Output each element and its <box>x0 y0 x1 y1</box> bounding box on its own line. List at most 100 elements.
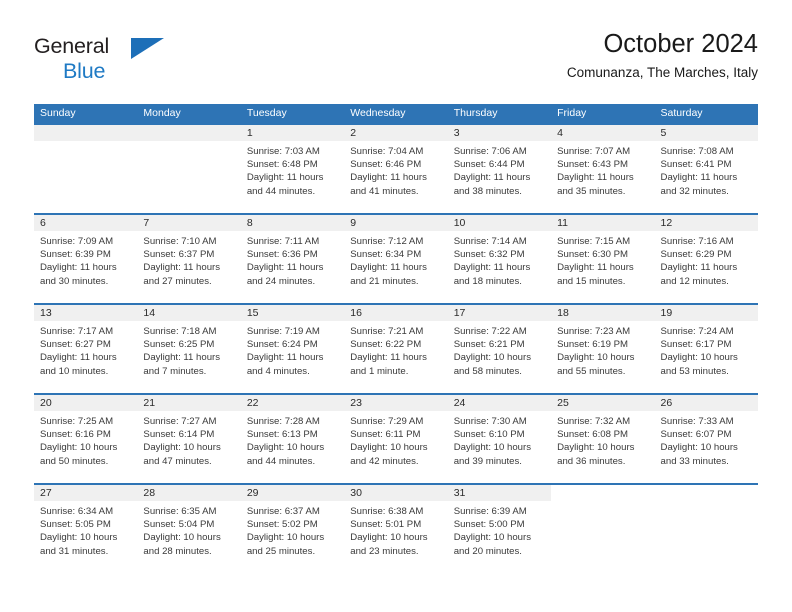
sunrise-text: Sunrise: 7:11 AM <box>246 236 320 247</box>
daylight-text-line2: and 44 minutes. <box>246 185 316 197</box>
day-info: Sunrise: 7:22 AM Sunset: 6:21 PM Dayligh… <box>448 321 551 378</box>
sunset-text: Sunset: 5:00 PM <box>453 519 525 531</box>
day-number: 23 <box>344 395 448 411</box>
day-cell[interactable]: 10 Sunrise: 7:14 AM Sunset: 6:32 PM Dayl… <box>447 215 552 303</box>
day-number: 19 <box>654 305 758 321</box>
sunrise-text: Sunrise: 7:17 AM <box>40 326 114 337</box>
day-cell[interactable]: 29 Sunrise: 6:37 AM Sunset: 5:02 PM Dayl… <box>240 485 345 573</box>
day-cell[interactable]: 18 Sunrise: 7:23 AM Sunset: 6:19 PM Dayl… <box>551 305 655 393</box>
daylight-text-line1: Daylight: 11 hours <box>660 172 738 184</box>
day-number: 31 <box>447 485 552 501</box>
day-info: Sunrise: 7:32 AM Sunset: 6:08 PM Dayligh… <box>551 411 654 468</box>
day-cell[interactable]: 31 Sunrise: 6:39 AM Sunset: 5:00 PM Dayl… <box>447 485 552 573</box>
weekday-monday: Monday <box>143 107 181 119</box>
daylight-text-line1: Daylight: 11 hours <box>246 352 324 364</box>
day-cell[interactable]: 11 Sunrise: 7:15 AM Sunset: 6:30 PM Dayl… <box>551 215 655 303</box>
sunset-text: Sunset: 6:17 PM <box>660 339 732 351</box>
sunset-text: Sunset: 6:36 PM <box>246 249 318 261</box>
daylight-text-line2: and 41 minutes. <box>350 185 419 197</box>
logo-text-blue: Blue <box>63 58 106 83</box>
calendar-grid: Sunday Monday Tuesday Wednesday Thursday… <box>34 104 758 573</box>
day-cell <box>654 485 758 573</box>
sunset-text: Sunset: 6:41 PM <box>660 159 732 171</box>
day-cell[interactable]: 3 Sunrise: 7:06 AM Sunset: 6:44 PM Dayli… <box>447 125 552 213</box>
day-cell[interactable]: 6 Sunrise: 7:09 AM Sunset: 6:39 PM Dayli… <box>34 215 138 303</box>
day-info: Sunrise: 7:10 AM Sunset: 6:37 PM Dayligh… <box>137 231 240 288</box>
weekday-tuesday: Tuesday <box>246 107 287 119</box>
day-cell[interactable]: 2 Sunrise: 7:04 AM Sunset: 6:46 PM Dayli… <box>344 125 448 213</box>
daylight-text-line2: and 21 minutes. <box>350 275 419 287</box>
day-cell[interactable]: 25 Sunrise: 7:32 AM Sunset: 6:08 PM Dayl… <box>551 395 655 483</box>
day-info: Sunrise: 7:14 AM Sunset: 6:32 PM Dayligh… <box>448 231 551 288</box>
day-cell[interactable]: 20 Sunrise: 7:25 AM Sunset: 6:16 PM Dayl… <box>34 395 138 483</box>
day-cell[interactable]: 1 Sunrise: 7:03 AM Sunset: 6:48 PM Dayli… <box>240 125 345 213</box>
day-cell[interactable]: 28 Sunrise: 6:35 AM Sunset: 5:04 PM Dayl… <box>137 485 241 573</box>
sunrise-text: Sunrise: 7:32 AM <box>557 416 631 427</box>
day-cell[interactable]: 27 Sunrise: 6:34 AM Sunset: 5:05 PM Dayl… <box>34 485 138 573</box>
day-info: Sunrise: 7:30 AM Sunset: 6:10 PM Dayligh… <box>448 411 551 468</box>
day-cell[interactable]: 13 Sunrise: 7:17 AM Sunset: 6:27 PM Dayl… <box>34 305 138 393</box>
sunrise-text: Sunrise: 7:06 AM <box>453 146 527 157</box>
sunset-text: Sunset: 5:01 PM <box>350 519 422 531</box>
daylight-text-line1: Daylight: 11 hours <box>350 172 427 184</box>
sunset-text: Sunset: 5:04 PM <box>143 519 215 531</box>
week-row: 6 Sunrise: 7:09 AM Sunset: 6:39 PM Dayli… <box>34 213 758 303</box>
daylight-text-line2: and 44 minutes. <box>246 455 316 467</box>
day-info: Sunrise: 7:19 AM Sunset: 6:24 PM Dayligh… <box>241 321 344 378</box>
sunrise-text: Sunrise: 6:37 AM <box>246 506 320 517</box>
day-cell[interactable]: 23 Sunrise: 7:29 AM Sunset: 6:11 PM Dayl… <box>344 395 448 483</box>
day-cell[interactable]: 8 Sunrise: 7:11 AM Sunset: 6:36 PM Dayli… <box>240 215 345 303</box>
day-cell[interactable]: 30 Sunrise: 6:38 AM Sunset: 5:01 PM Dayl… <box>344 485 448 573</box>
sunset-text: Sunset: 6:10 PM <box>453 429 525 441</box>
day-number: 11 <box>551 215 655 231</box>
day-number <box>654 485 758 501</box>
day-cell[interactable]: 21 Sunrise: 7:27 AM Sunset: 6:14 PM Dayl… <box>137 395 241 483</box>
day-cell[interactable]: 14 Sunrise: 7:18 AM Sunset: 6:25 PM Dayl… <box>137 305 241 393</box>
daylight-text-line2: and 53 minutes. <box>660 365 729 377</box>
day-cell[interactable]: 17 Sunrise: 7:22 AM Sunset: 6:21 PM Dayl… <box>447 305 552 393</box>
day-info: Sunrise: 6:35 AM Sunset: 5:04 PM Dayligh… <box>137 501 240 558</box>
day-number: 4 <box>551 125 655 141</box>
daylight-text-line1: Daylight: 10 hours <box>453 352 532 364</box>
day-info: Sunrise: 7:24 AM Sunset: 6:17 PM Dayligh… <box>655 321 758 378</box>
general-blue-logo[interactable]: General Blue <box>34 35 214 92</box>
day-cell[interactable]: 19 Sunrise: 7:24 AM Sunset: 6:17 PM Dayl… <box>654 305 758 393</box>
daylight-text-line2: and 35 minutes. <box>557 185 626 197</box>
day-cell[interactable]: 9 Sunrise: 7:12 AM Sunset: 6:34 PM Dayli… <box>344 215 448 303</box>
day-cell[interactable]: 24 Sunrise: 7:30 AM Sunset: 6:10 PM Dayl… <box>447 395 552 483</box>
sunrise-text: Sunrise: 7:25 AM <box>40 416 114 427</box>
daylight-text-line1: Daylight: 10 hours <box>40 532 118 544</box>
sunset-text: Sunset: 6:44 PM <box>453 159 525 171</box>
day-cell[interactable]: 26 Sunrise: 7:33 AM Sunset: 6:07 PM Dayl… <box>654 395 758 483</box>
week-row: 27 Sunrise: 6:34 AM Sunset: 5:05 PM Dayl… <box>34 483 758 573</box>
day-info: Sunrise: 7:16 AM Sunset: 6:29 PM Dayligh… <box>655 231 758 288</box>
day-cell[interactable]: 15 Sunrise: 7:19 AM Sunset: 6:24 PM Dayl… <box>240 305 345 393</box>
day-info: Sunrise: 7:27 AM Sunset: 6:14 PM Dayligh… <box>137 411 240 468</box>
week-row: 13 Sunrise: 7:17 AM Sunset: 6:27 PM Dayl… <box>34 303 758 393</box>
sunrise-text: Sunrise: 6:38 AM <box>350 506 424 517</box>
day-cell[interactable]: 4 Sunrise: 7:07 AM Sunset: 6:43 PM Dayli… <box>551 125 655 213</box>
daylight-text-line1: Daylight: 11 hours <box>143 262 221 274</box>
daylight-text-line1: Daylight: 11 hours <box>660 262 738 274</box>
day-info: Sunrise: 6:39 AM Sunset: 5:00 PM Dayligh… <box>448 501 551 558</box>
daylight-text-line2: and 31 minutes. <box>40 545 109 557</box>
day-cell[interactable]: 12 Sunrise: 7:16 AM Sunset: 6:29 PM Dayl… <box>654 215 758 303</box>
day-info: Sunrise: 7:28 AM Sunset: 6:13 PM Dayligh… <box>241 411 344 468</box>
day-number: 15 <box>240 305 345 321</box>
sunrise-text: Sunrise: 7:19 AM <box>246 326 320 337</box>
daylight-text-line1: Daylight: 11 hours <box>453 262 531 274</box>
day-number: 26 <box>654 395 758 411</box>
day-number <box>137 125 241 141</box>
daylight-text-line1: Daylight: 10 hours <box>557 442 635 454</box>
day-info: Sunrise: 7:11 AM Sunset: 6:36 PM Dayligh… <box>241 231 344 288</box>
sunset-text: Sunset: 6:48 PM <box>246 159 318 171</box>
day-info: Sunrise: 7:07 AM Sunset: 6:43 PM Dayligh… <box>551 141 654 198</box>
sunset-text: Sunset: 6:13 PM <box>246 429 318 441</box>
day-cell[interactable]: 7 Sunrise: 7:10 AM Sunset: 6:37 PM Dayli… <box>137 215 241 303</box>
day-cell[interactable]: 16 Sunrise: 7:21 AM Sunset: 6:22 PM Dayl… <box>344 305 448 393</box>
day-info: Sunrise: 7:06 AM Sunset: 6:44 PM Dayligh… <box>448 141 551 198</box>
day-number: 20 <box>34 395 138 411</box>
sunrise-text: Sunrise: 7:08 AM <box>660 146 734 157</box>
day-cell[interactable]: 22 Sunrise: 7:28 AM Sunset: 6:13 PM Dayl… <box>240 395 345 483</box>
day-cell[interactable]: 5 Sunrise: 7:08 AM Sunset: 6:41 PM Dayli… <box>654 125 758 213</box>
